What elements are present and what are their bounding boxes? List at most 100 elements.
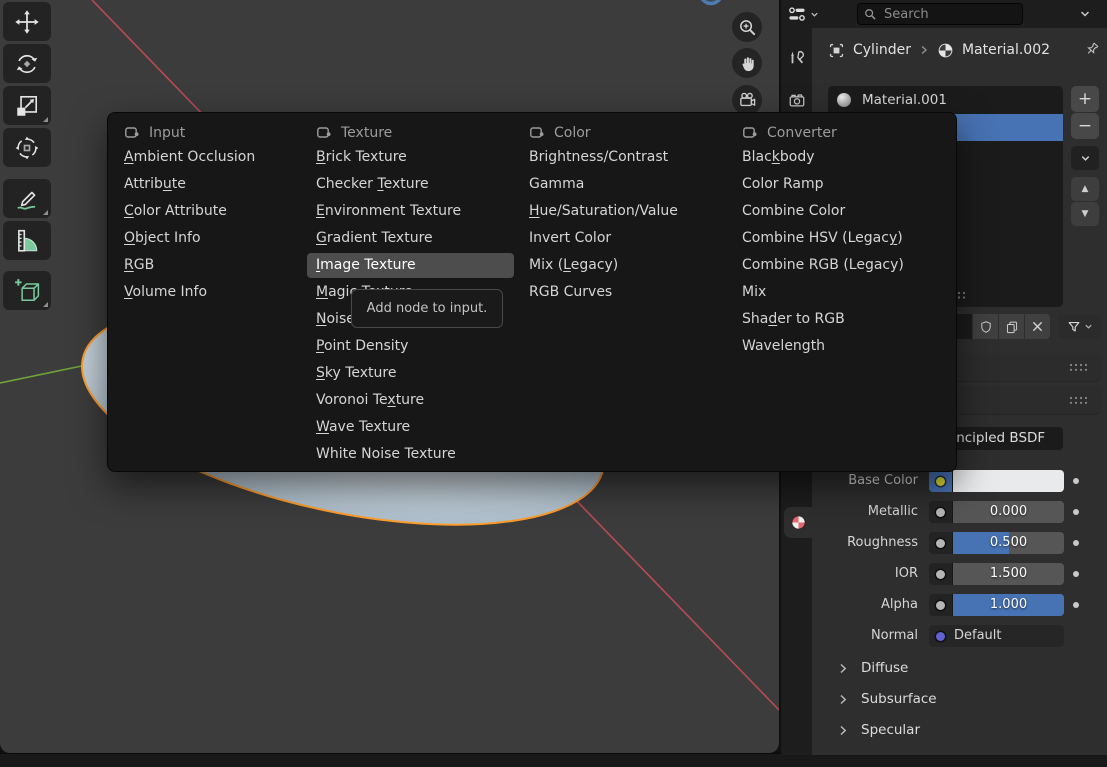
menu-column-header: Converter [733, 121, 837, 145]
filter-dropdown-button[interactable] [1058, 314, 1101, 339]
rotate-tool-button[interactable] [3, 44, 51, 83]
value-slider[interactable]: 0.000 [953, 501, 1064, 523]
socket-button[interactable] [929, 625, 952, 647]
menu-item-blackbody[interactable]: Blackbody [733, 145, 948, 170]
decorator-dot[interactable] [1073, 478, 1079, 484]
menu-item-rgb[interactable]: RGB [115, 253, 301, 278]
chevron-down-icon [1084, 322, 1093, 331]
decorator-dot[interactable] [1073, 509, 1079, 515]
decorator-dot[interactable] [1073, 602, 1079, 608]
menu-item-mix-legacy-[interactable]: Mix (Legacy) [520, 253, 727, 278]
menu-item-voronoi-texture[interactable]: Voronoi Texture [307, 388, 514, 413]
add-node-menu: InputAmbient OcclusionAttributeColor Att… [107, 112, 957, 472]
material-slot-row[interactable]: Material.001 [828, 86, 1063, 113]
socket-button[interactable] [929, 594, 953, 616]
move-slot-down-button[interactable]: ▼ [1071, 202, 1099, 226]
remove-slot-button[interactable]: − [1071, 113, 1099, 139]
socket-button[interactable] [929, 563, 953, 585]
menu-item-brightness-contrast[interactable]: Brightness/Contrast [520, 145, 727, 170]
menu-column-input: InputAmbient OcclusionAttributeColor Att… [115, 113, 301, 471]
move-tool-button[interactable] [3, 2, 51, 41]
pin-button[interactable] [1084, 41, 1102, 59]
zoom-view-button[interactable] [732, 12, 762, 42]
slider-value: 0.500 [953, 532, 1064, 554]
add-slot-button[interactable]: + [1071, 86, 1099, 112]
slot-specials-button[interactable] [1071, 146, 1099, 170]
scale-tool-button[interactable] [3, 86, 51, 125]
menu-item-invert-color[interactable]: Invert Color [520, 226, 727, 251]
breadcrumb-material-name[interactable]: Material.002 [962, 42, 1050, 58]
properties-search[interactable] [857, 3, 1023, 25]
menu-item-white-noise-texture[interactable]: White Noise Texture [307, 442, 514, 467]
hand-view-button[interactable] [732, 48, 762, 78]
unlink-material-button[interactable] [1025, 314, 1050, 339]
menu-column-header: Color [520, 121, 591, 145]
annotate-tool-button[interactable] [3, 179, 51, 218]
menu-item-color-attribute[interactable]: Color Attribute [115, 199, 301, 224]
tab-render[interactable] [785, 88, 809, 112]
menu-item-attribute[interactable]: Attribute [115, 172, 301, 197]
fake-user-button[interactable] [973, 314, 998, 339]
menu-item-volume-info[interactable]: Volume Info [115, 280, 301, 305]
value-slider[interactable]: 0.500 [953, 532, 1064, 554]
color-swatch[interactable] [953, 470, 1064, 492]
menu-item-point-density[interactable]: Point Density [307, 334, 514, 359]
input-row-roughness: Roughness0.500 [781, 532, 1107, 554]
close-icon [1031, 320, 1044, 333]
color-socket-icon [936, 477, 945, 486]
menu-item-gamma[interactable]: Gamma [520, 172, 727, 197]
menu-item-wave-texture[interactable]: Wave Texture [307, 415, 514, 440]
decorator-dot[interactable] [1073, 571, 1079, 577]
filter-options-button[interactable] [1075, 5, 1095, 23]
menu-item-gradient-texture[interactable]: Gradient Texture [307, 226, 514, 251]
menu-item-combine-rgb-legacy-[interactable]: Combine RGB (Legacy) [733, 253, 948, 278]
subpanel-diffuse[interactable]: Diffuse [814, 655, 1101, 681]
socket-button[interactable] [929, 501, 953, 523]
menu-item-combine-color[interactable]: Combine Color [733, 199, 948, 224]
node-icon [742, 125, 758, 141]
value-slider[interactable]: 1.500 [953, 563, 1064, 585]
navigation-gizmo[interactable] [701, 0, 722, 4]
menu-item-ambient-occlusion[interactable]: Ambient Occlusion [115, 145, 301, 170]
measure-tool-button[interactable] [3, 221, 51, 260]
node-icon [529, 125, 545, 141]
panel-grip-icon[interactable] [1069, 396, 1089, 405]
menu-item-checker-texture[interactable]: Checker Texture [307, 172, 514, 197]
menu-item-hue-saturation-value[interactable]: Hue/Saturation/Value [520, 199, 727, 224]
value-socket-icon [936, 601, 945, 610]
camera-view-button[interactable] [732, 85, 762, 115]
copy-icon [1005, 320, 1019, 334]
normal-field[interactable]: Default [952, 625, 1064, 647]
value-slider[interactable]: 1.000 [953, 594, 1064, 616]
menu-item-combine-hsv-legacy-[interactable]: Combine HSV (Legacy) [733, 226, 948, 251]
subpanel-subsurface[interactable]: Subsurface [814, 686, 1101, 712]
breadcrumb-object-name[interactable]: Cylinder [853, 42, 911, 58]
subpanel-specular[interactable]: Specular [814, 717, 1101, 743]
menu-item-environment-texture[interactable]: Environment Texture [307, 199, 514, 224]
pin-icon [1084, 41, 1101, 58]
list-resize-grip[interactable] [956, 290, 968, 300]
move-slot-up-button[interactable]: ▲ [1071, 177, 1099, 201]
tab-tool[interactable] [785, 45, 809, 69]
editor-type-button[interactable] [786, 3, 830, 25]
menu-item-object-info[interactable]: Object Info [115, 226, 301, 251]
menu-item-image-texture[interactable]: Image Texture [307, 253, 514, 278]
subpanel-transmission[interactable]: Transmission [814, 748, 1101, 755]
menu-item-mix[interactable]: Mix [733, 280, 948, 305]
add-cube-tool-button[interactable] [3, 271, 51, 310]
menu-item-wavelength[interactable]: Wavelength [733, 334, 948, 359]
copy-material-button[interactable] [999, 314, 1024, 339]
menu-item-sky-texture[interactable]: Sky Texture [307, 361, 514, 386]
annotate-tool-icon [14, 186, 40, 212]
decorator-dot[interactable] [1073, 540, 1079, 546]
panel-grip-icon[interactable] [1069, 363, 1089, 372]
subpanel-label: Specular [861, 722, 920, 738]
menu-item-rgb-curves[interactable]: RGB Curves [520, 280, 727, 305]
socket-button[interactable] [929, 532, 953, 554]
search-input[interactable] [882, 6, 1016, 23]
menu-item-color-ramp[interactable]: Color Ramp [733, 172, 948, 197]
menu-item-shader-to-rgb[interactable]: Shader to RGB [733, 307, 948, 332]
socket-button[interactable] [929, 470, 953, 492]
menu-item-brick-texture[interactable]: Brick Texture [307, 145, 514, 170]
transform-tool-button[interactable] [3, 128, 51, 167]
